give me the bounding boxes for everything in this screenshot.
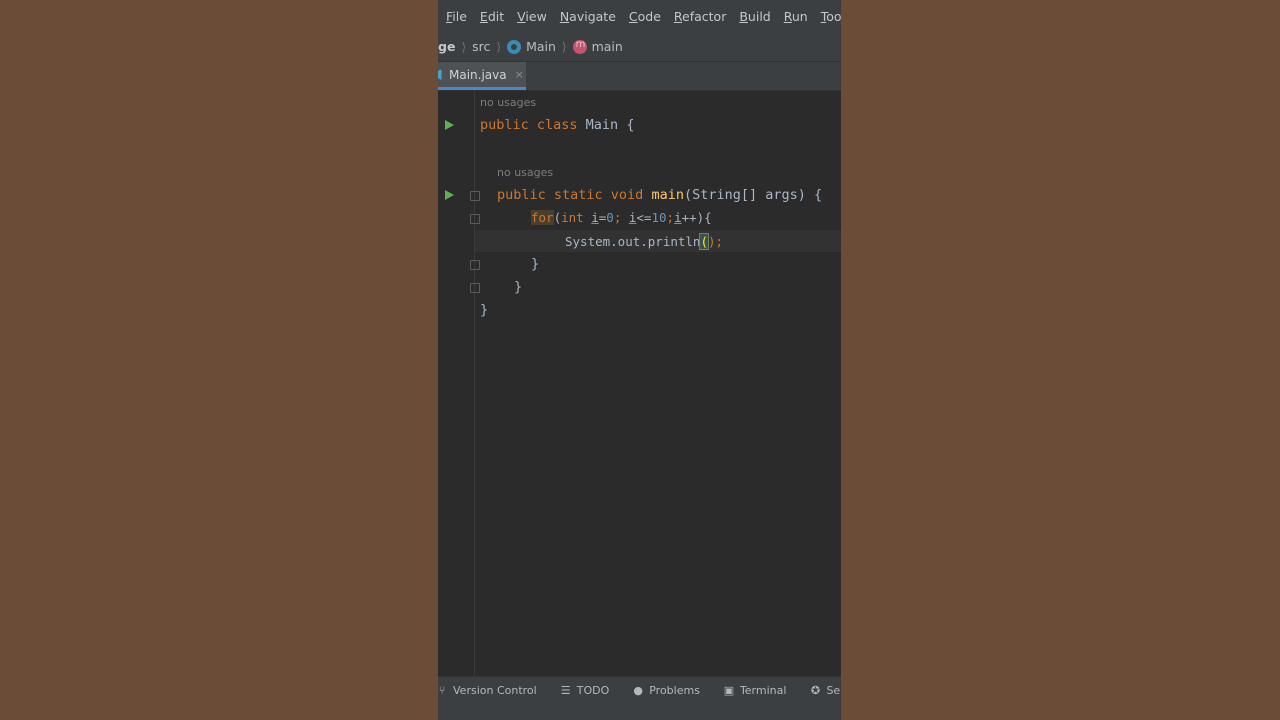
java-file-icon: ◖ xyxy=(438,67,443,82)
menu-view[interactable]: View xyxy=(511,9,554,24)
matched-paren: ( xyxy=(699,233,709,250)
tool-version-control[interactable]: ⑂ Version Control xyxy=(438,684,537,697)
breadcrumb-separator: ⟩ xyxy=(461,39,467,54)
breadcrumb-item-src[interactable]: src xyxy=(472,39,490,54)
close-icon[interactable]: × xyxy=(515,68,524,81)
breadcrumb-separator: ⟩ xyxy=(496,39,502,54)
ide-window: File Edit View Navigate Code Refactor Bu… xyxy=(438,0,841,720)
gutter-divider xyxy=(474,91,475,676)
editor-tab-bar: ◖ Main.java × xyxy=(438,62,841,91)
menu-refactor[interactable]: Refactor xyxy=(668,9,733,24)
code-line-println: System.out.println(); xyxy=(565,233,724,250)
tool-terminal[interactable]: ▣ Terminal xyxy=(723,684,787,697)
run-class-icon[interactable] xyxy=(445,120,454,130)
menu-code[interactable]: Code xyxy=(623,9,668,24)
class-icon xyxy=(507,39,522,54)
code-editor[interactable]: no usages public class Main { no usages … xyxy=(438,91,841,676)
menu-file[interactable]: File xyxy=(440,9,474,24)
menu-bar: File Edit View Navigate Code Refactor Bu… xyxy=(438,0,841,32)
tool-problems[interactable]: ● Problems xyxy=(632,684,700,697)
code-line-close-method: } xyxy=(514,279,523,295)
code-line-class: public class Main { xyxy=(480,117,635,133)
code-line-for: for(int i=0; i<=10;i++){ xyxy=(531,210,712,225)
breadcrumb-separator: ⟩ xyxy=(561,39,567,54)
menu-tools[interactable]: Tools xyxy=(815,9,841,24)
fold-icon[interactable] xyxy=(470,260,480,270)
menu-edit[interactable]: Edit xyxy=(474,9,511,24)
code-line-close-class: } xyxy=(480,302,489,318)
services-icon: ✪ xyxy=(810,683,821,697)
problems-icon: ● xyxy=(633,683,644,697)
status-bar xyxy=(438,703,841,720)
tool-services[interactable]: ✪Service xyxy=(809,684,841,697)
fold-icon[interactable] xyxy=(470,214,480,224)
tool-window-bar: ⑂ Version Control ☰ TODO ● Problems ▣ Termin… xyxy=(438,676,841,703)
todo-icon: ☰ xyxy=(560,683,571,697)
code-line-main: public static void main(String[] args) { xyxy=(497,187,823,203)
breadcrumb-item-method[interactable]: main xyxy=(572,39,623,54)
code-line-close-for: } xyxy=(531,256,540,272)
menu-build[interactable]: Build xyxy=(733,9,777,24)
breadcrumb-item-package[interactable]: ge xyxy=(438,39,455,54)
menu-run[interactable]: Run xyxy=(778,9,815,24)
run-main-icon[interactable] xyxy=(445,190,454,200)
tool-todo[interactable]: ☰ TODO xyxy=(560,683,609,697)
usages-hint: no usages xyxy=(497,166,554,179)
menu-navigate[interactable]: Navigate xyxy=(554,9,623,24)
tab-label: Main.java xyxy=(449,67,507,82)
version-control-icon: ⑂ xyxy=(438,683,446,697)
usages-hint: no usages xyxy=(480,96,537,109)
fold-icon[interactable] xyxy=(470,191,480,201)
method-icon xyxy=(572,39,587,54)
breadcrumb-item-class[interactable]: Main xyxy=(507,39,556,54)
breadcrumb: ge ⟩ src ⟩ Main ⟩ main xyxy=(438,32,841,62)
fold-icon[interactable] xyxy=(470,283,480,293)
tab-main-java[interactable]: ◖ Main.java × xyxy=(438,62,526,90)
terminal-icon: ▣ xyxy=(723,683,735,697)
